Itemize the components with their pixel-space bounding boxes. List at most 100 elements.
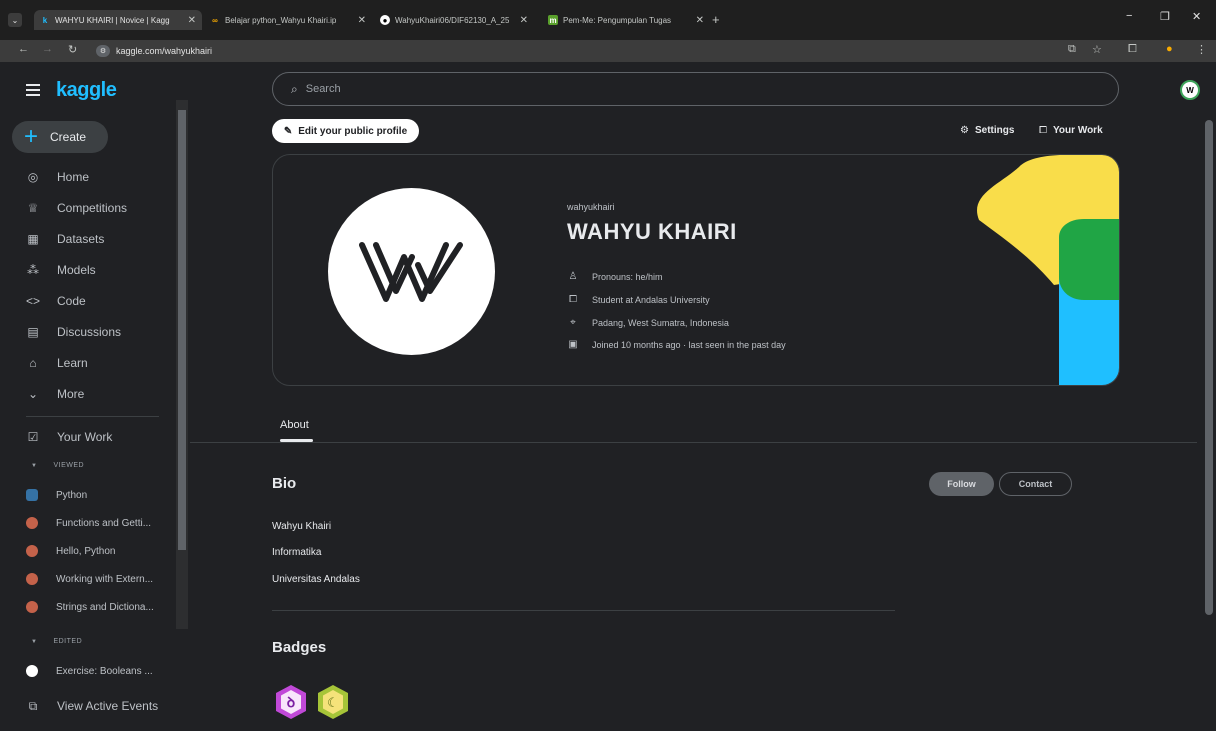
location-pin-icon: ⌖ <box>570 317 576 328</box>
close-window-icon[interactable]: ✕ <box>1192 10 1201 23</box>
kaggle-logo[interactable]: kaggle <box>56 79 117 102</box>
follow-button[interactable]: Follow <box>929 472 994 496</box>
viewed-item[interactable]: Python <box>0 484 175 506</box>
sidebar-item-more[interactable]: ⌄ More <box>0 380 175 408</box>
sidebar-item-models[interactable]: ⁂ Models <box>0 256 175 284</box>
browser-tab-moodle[interactable]: m Pem-Me: Pengumpulan Tugas ✕ <box>542 10 710 30</box>
profile-icon[interactable]: ● <box>1166 43 1173 55</box>
tab-divider <box>190 442 1197 443</box>
user-avatar-icon <box>26 665 38 677</box>
discussion-icon: ▤ <box>27 325 39 339</box>
moodle-icon: m <box>548 15 558 25</box>
viewed-item[interactable]: Strings and Dictiona... <box>0 596 175 618</box>
sidebar-item-discussions[interactable]: ▤ Discussions <box>0 318 175 346</box>
chevron-down-icon: ⌄ <box>27 387 39 401</box>
section-divider <box>272 610 895 611</box>
new-tab-button[interactable]: + <box>712 12 720 27</box>
bookmark-star-icon[interactable]: ☆ <box>1092 43 1102 56</box>
view-active-events-link[interactable]: ⧉ View Active Events <box>0 692 175 720</box>
your-work-icon: ☑ <box>27 430 39 444</box>
user-avatar-icon <box>26 517 38 529</box>
calendar-icon: ▣ <box>568 339 578 350</box>
sidebar-scroll-thumb[interactable] <box>178 110 186 550</box>
browser-tab-kaggle[interactable]: k WAHYU KHAIRI | Novice | Kagg ✕ <box>34 10 202 30</box>
table-icon: ▦ <box>27 232 39 246</box>
viewed-item[interactable]: Working with Extern... <box>0 568 175 590</box>
python-course-icon <box>26 489 38 501</box>
edited-section-label[interactable]: ▼ EDITED <box>31 638 82 645</box>
profile-name: WAHYU KHAIRI <box>567 219 737 244</box>
profile-username: wahyukhairi <box>567 202 615 212</box>
restore-icon[interactable]: ❐ <box>1160 10 1170 23</box>
user-avatar-icon <box>26 601 38 613</box>
back-icon[interactable]: ← <box>18 43 29 55</box>
search-icon: ⌕ <box>291 81 298 96</box>
viewed-item[interactable]: Hello, Python <box>0 540 175 562</box>
browser-tab-colab[interactable]: ∞ Belajar python_Wahyu Khairi.ip ✕ <box>204 10 372 30</box>
close-tab-icon[interactable]: ✕ <box>520 15 528 26</box>
profile-occupation: ⧠ Student at Andalas University <box>569 294 710 305</box>
colab-icon: ∞ <box>212 15 218 25</box>
python-badge-icon[interactable]: ꝺ <box>274 684 308 720</box>
models-icon: ⁂ <box>27 263 39 277</box>
code-icon: <> <box>26 294 41 308</box>
sidebar-item-competitions[interactable]: ♕ Competitions <box>0 194 175 222</box>
page-scroll-thumb[interactable] <box>1205 120 1213 615</box>
sidebar-item-learn[interactable]: ⌂ Learn <box>0 349 175 377</box>
settings-link[interactable]: ⚙ Settings <box>960 125 1014 136</box>
wk-logo-icon <box>358 241 463 302</box>
minimize-icon[interactable]: − <box>1126 10 1132 22</box>
person-icon: ♙ <box>568 271 578 282</box>
tab-search-button[interactable]: ⌄ <box>8 13 22 27</box>
edit-profile-button[interactable]: ✎ Edit your public profile <box>272 119 419 143</box>
site-info-icon[interactable]: ⚙ <box>96 45 110 57</box>
url-field[interactable]: ⚙ kaggle.com/wahyukhairi <box>92 42 1132 60</box>
tab-about[interactable]: About <box>280 419 309 431</box>
kaggle-sidebar: kaggle + Create ◎ Home ♕ Competitions ▦ Dat… <box>0 62 190 731</box>
hamburger-menu-icon[interactable] <box>26 84 40 99</box>
bio-line: Informatika <box>272 547 322 558</box>
events-icon: ⧉ <box>28 698 38 713</box>
edited-item[interactable]: Exercise: Booleans ... <box>0 660 175 682</box>
compass-icon: ◎ <box>27 170 39 184</box>
kaggle-icon: k <box>42 15 48 25</box>
your-work-link[interactable]: ⧠ Your Work <box>1039 125 1103 136</box>
cast-icon[interactable]: ⧉ <box>1068 43 1076 56</box>
close-tab-icon[interactable]: ✕ <box>188 15 196 26</box>
user-avatar-icon <box>26 573 38 585</box>
extensions-icon[interactable]: ⧠ <box>1128 43 1137 56</box>
svg-text:ꝺ: ꝺ <box>287 695 295 711</box>
night-owl-badge-icon[interactable]: ☾ <box>316 684 350 720</box>
bio-heading: Bio <box>272 475 297 492</box>
sidebar-item-code[interactable]: <> Code <box>0 287 175 315</box>
sidebar-item-home[interactable]: ◎ Home <box>0 163 175 191</box>
close-tab-icon[interactable]: ✕ <box>358 15 366 26</box>
bio-line: Wahyu Khairi <box>272 521 332 532</box>
search-input[interactable]: ⌕ Search <box>272 72 1119 106</box>
browser-tabbar: ⌄ k WAHYU KHAIRI | Novice | Kagg ✕ ∞ Bel… <box>0 0 1216 40</box>
user-avatar-icon <box>26 545 38 557</box>
create-button[interactable]: + Create <box>12 121 108 153</box>
viewed-item[interactable]: Functions and Getti... <box>0 512 175 534</box>
browser-tab-github[interactable]: ● WahyuKhairi06/DIF62130_A_25 ✕ <box>374 10 534 30</box>
viewed-section-label[interactable]: ▼ VIEWED <box>31 462 84 469</box>
user-avatar[interactable]: W <box>1180 80 1200 100</box>
profile-card: wahyukhairi WAHYU KHAIRI ♙ Pronouns: he/h… <box>272 154 1120 386</box>
collapse-triangle-icon: ▼ <box>31 638 38 645</box>
reload-icon[interactable]: ↻ <box>68 43 77 56</box>
trophy-icon: ♕ <box>27 201 39 215</box>
pencil-icon: ✎ <box>283 125 293 137</box>
profile-avatar <box>328 188 495 355</box>
sidebar-item-your-work[interactable]: ☑ Your Work <box>0 423 175 451</box>
briefcase-icon: ⧠ <box>1039 125 1047 136</box>
profile-location: ⌖ Padang, West Sumatra, Indonesia <box>567 317 729 328</box>
close-tab-icon[interactable]: ✕ <box>696 15 704 26</box>
contact-button[interactable]: Contact <box>999 472 1072 496</box>
profile-joined: ▣ Joined 10 months ago · last seen in the… <box>568 339 786 350</box>
briefcase-icon: ⧠ <box>569 294 577 305</box>
profile-pronouns: ♙ Pronouns: he/him <box>568 271 663 282</box>
sidebar-item-datasets[interactable]: ▦ Datasets <box>0 225 175 253</box>
forward-icon[interactable]: → <box>42 43 53 55</box>
menu-dots-icon[interactable]: ⋮ <box>1196 43 1207 56</box>
profile-main: ⌕ Search W ✎ Edit your public profile ⚙ S… <box>190 62 1200 731</box>
